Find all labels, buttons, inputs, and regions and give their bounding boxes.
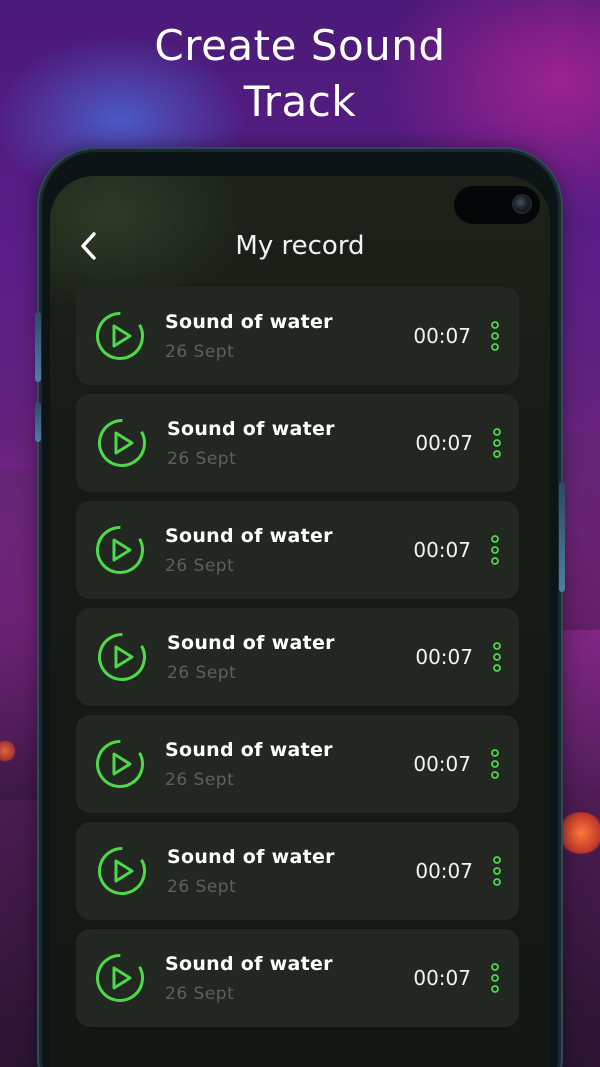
play-circle-icon[interactable] [97,418,147,468]
record-name: Sound of water [167,846,335,868]
more-vertical-icon [491,321,499,351]
record-date: 26 Sept [165,556,235,576]
record-duration: 00:07 [415,431,473,455]
play-circle-icon[interactable] [95,311,145,361]
record-name: Sound of water [165,739,333,761]
record-date: 26 Sept [167,877,237,897]
mixer-strip-decoration [560,430,600,630]
record-date: 26 Sept [165,770,235,790]
more-options-button[interactable] [485,852,509,890]
record-list: Sound of water 26 Sept 00:07 Sound of wa… [76,287,519,1036]
promo-headline: Create Sound Track [0,18,600,130]
record-duration: 00:07 [415,859,473,883]
phone-frame: My record Sound of water 26 Sept 00:07 S… [35,152,565,1067]
record-duration: 00:07 [413,966,471,990]
record-row[interactable]: Sound of water 26 Sept 00:07 [76,822,519,920]
play-circle-icon[interactable] [97,846,147,896]
camera-cutout [454,186,540,224]
record-row[interactable]: Sound of water 26 Sept 00:07 [76,715,519,813]
phone-side-button [35,402,41,442]
record-name: Sound of water [165,953,333,975]
record-date: 26 Sept [165,342,235,362]
more-options-button[interactable] [483,531,507,569]
app-screen: My record Sound of water 26 Sept 00:07 S… [50,176,550,1067]
promo-headline-line-2: Track [243,77,357,126]
record-name: Sound of water [165,311,333,333]
record-date: 26 Sept [165,984,235,1004]
more-vertical-icon [491,535,499,565]
play-circle-icon[interactable] [95,739,145,789]
more-vertical-icon [491,749,499,779]
record-date: 26 Sept [167,449,237,469]
play-circle-icon[interactable] [95,953,145,1003]
record-duration: 00:07 [413,324,471,348]
phone-side-button [559,482,565,592]
more-vertical-icon [493,856,501,886]
more-vertical-icon [493,642,501,672]
more-options-button[interactable] [483,317,507,355]
record-row[interactable]: Sound of water 26 Sept 00:07 [76,394,519,492]
more-options-button[interactable] [485,638,509,676]
record-date: 26 Sept [167,663,237,683]
more-vertical-icon [493,428,501,458]
record-name: Sound of water [167,632,335,654]
record-name: Sound of water [167,418,335,440]
play-circle-icon[interactable] [95,525,145,575]
record-row[interactable]: Sound of water 26 Sept 00:07 [76,501,519,599]
page-title: My record [235,231,365,261]
play-circle-icon[interactable] [97,632,147,682]
more-options-button[interactable] [485,424,509,462]
record-duration: 00:07 [413,538,471,562]
record-row[interactable]: Sound of water 26 Sept 00:07 [76,287,519,385]
record-duration: 00:07 [413,752,471,776]
record-name: Sound of water [165,525,333,547]
record-row[interactable]: Sound of water 26 Sept 00:07 [76,608,519,706]
record-duration: 00:07 [415,645,473,669]
more-vertical-icon [491,963,499,993]
promo-screen: Create Sound Track My record Sound of wa… [0,0,600,1067]
phone-side-button [35,312,41,382]
more-options-button[interactable] [483,745,507,783]
promo-headline-line-1: Create Sound [154,21,446,70]
record-row[interactable]: Sound of water 26 Sept 00:07 [76,929,519,1027]
knob-decoration [556,812,600,854]
more-options-button[interactable] [483,959,507,997]
